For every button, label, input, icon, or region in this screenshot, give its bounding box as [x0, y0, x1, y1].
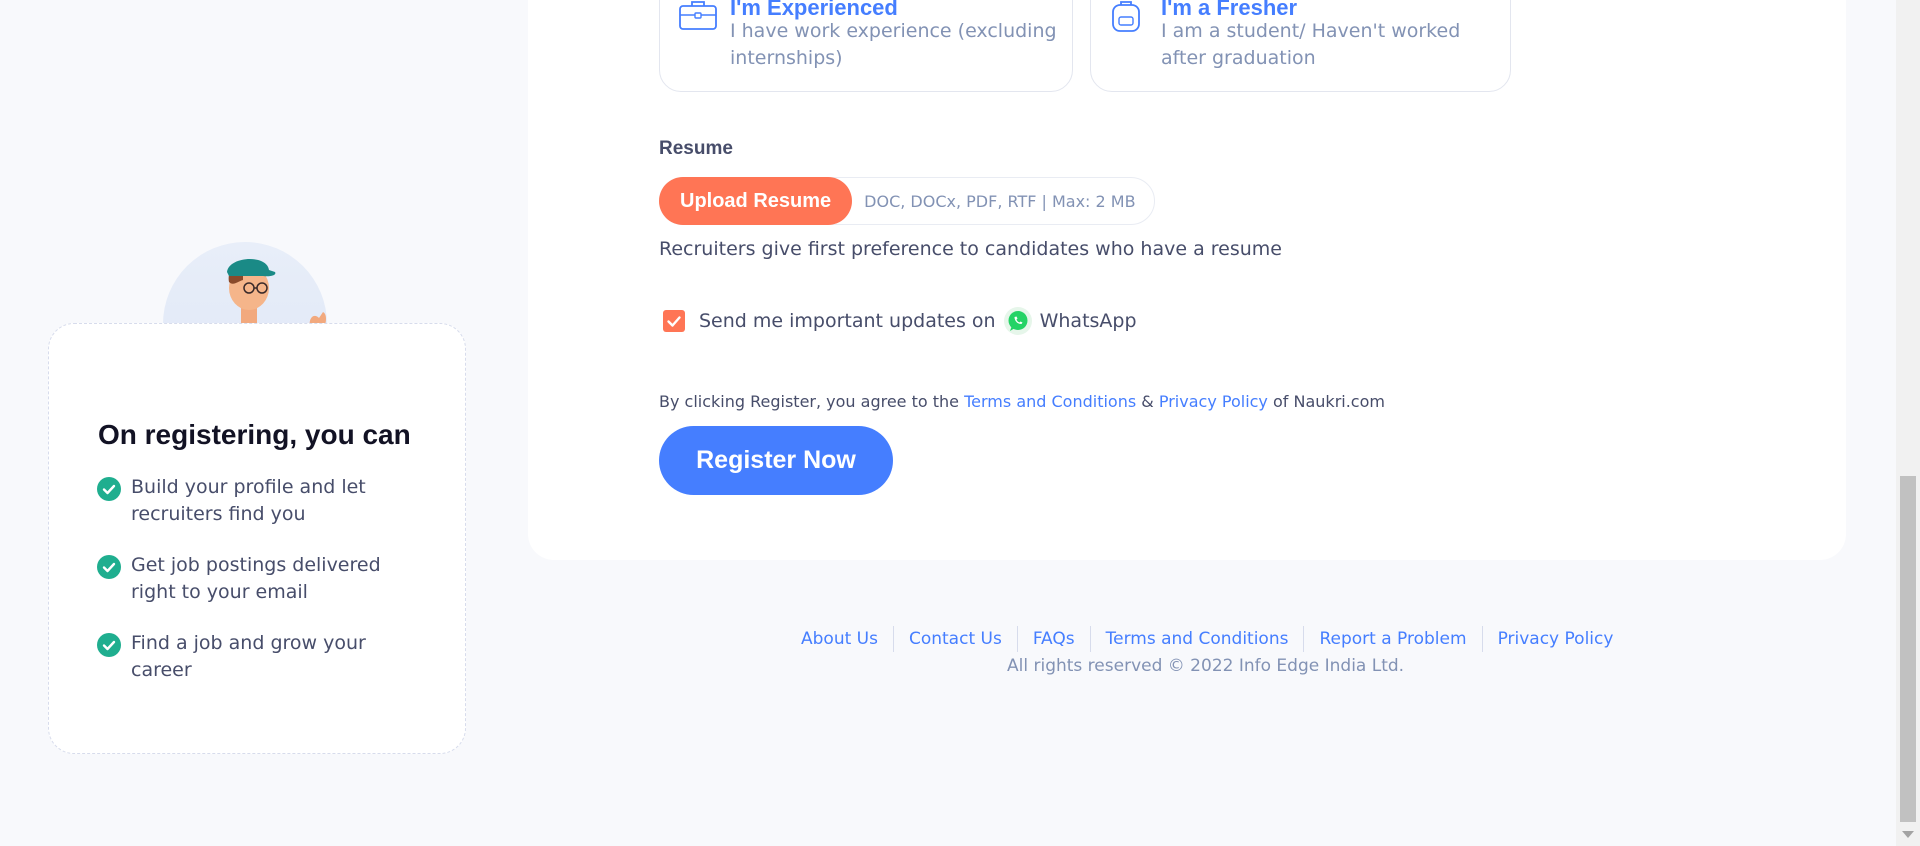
scrollbar-thumb[interactable]	[1900, 476, 1916, 822]
register-now-button[interactable]: Register Now	[659, 426, 893, 495]
benefit-text: Get job postings delivered right to your…	[131, 554, 381, 603]
check-circle-icon	[97, 633, 121, 657]
footer-link-contact-us[interactable]: Contact Us	[894, 629, 1017, 649]
resume-upload-field: Upload Resume DOC, DOCx, PDF, RTF | Max:…	[659, 177, 1155, 225]
consent-suffix: of Naukri.com	[1273, 392, 1385, 411]
whatsapp-icon	[1003, 307, 1032, 335]
benefits-list: Build your profile and let recruiters fi…	[97, 474, 417, 708]
footer-links: About Us Contact Us FAQs Terms and Condi…	[786, 626, 1628, 652]
whatsapp-label-text: Send me important updates on	[699, 310, 996, 332]
footer-link-privacy-policy[interactable]: Privacy Policy	[1483, 629, 1629, 649]
whatsapp-brand-text: WhatsApp	[1039, 310, 1137, 332]
benefits-card: On registering, you can Build your profi…	[48, 323, 466, 754]
terms-consent-text: By clicking Register, you agree to the T…	[659, 392, 1385, 411]
whatsapp-updates-row: Send me important updates on WhatsApp	[663, 307, 1137, 335]
benefit-text: Build your profile and let recruiters fi…	[131, 476, 366, 525]
privacy-policy-link[interactable]: Privacy Policy	[1159, 392, 1268, 411]
fresher-description: I am a student/ Haven't worked after gra…	[1161, 20, 1461, 69]
copyright-text: All rights reserved © 2022 Info Edge Ind…	[1007, 656, 1405, 676]
registration-page: On registering, you can Build your profi…	[0, 0, 1920, 846]
experienced-description: I have work experience (excluding intern…	[730, 20, 1057, 69]
backpack-icon	[1109, 0, 1143, 37]
footer-link-report-problem[interactable]: Report a Problem	[1304, 629, 1481, 649]
check-circle-icon	[97, 477, 121, 501]
benefit-item: Find a job and grow your career	[97, 630, 417, 684]
briefcase-icon	[678, 0, 718, 35]
benefits-title: On registering, you can	[98, 419, 411, 450]
resume-label: Resume	[659, 138, 733, 159]
registration-form-card: I'm Experienced I have work experience (…	[528, 0, 1846, 560]
footer-link-about-us[interactable]: About Us	[786, 629, 893, 649]
whatsapp-updates-checkbox[interactable]	[663, 310, 685, 332]
scroll-down-arrow-icon[interactable]	[1902, 831, 1914, 838]
benefit-text: Find a job and grow your career	[131, 632, 366, 681]
page-scrollbar[interactable]	[1896, 0, 1920, 846]
footer-link-terms[interactable]: Terms and Conditions	[1091, 629, 1304, 649]
resume-format-hint: DOC, DOCx, PDF, RTF | Max: 2 MB	[864, 191, 1136, 211]
upload-resume-button[interactable]: Upload Resume	[659, 177, 853, 225]
terms-and-conditions-link[interactable]: Terms and Conditions	[964, 392, 1136, 411]
footer-link-faqs[interactable]: FAQs	[1018, 629, 1090, 649]
work-status-fresher-option[interactable]: I'm a Fresher I am a student/ Haven't wo…	[1090, 0, 1511, 92]
work-status-experienced-option[interactable]: I'm Experienced I have work experience (…	[659, 0, 1073, 92]
benefit-item: Build your profile and let recruiters fi…	[97, 474, 417, 528]
benefit-item: Get job postings delivered right to your…	[97, 552, 417, 606]
resume-note: Recruiters give first preference to cand…	[659, 238, 1282, 260]
consent-ampersand: &	[1141, 392, 1154, 411]
consent-prefix: By clicking Register, you agree to the	[659, 392, 960, 411]
check-circle-icon	[97, 555, 121, 579]
